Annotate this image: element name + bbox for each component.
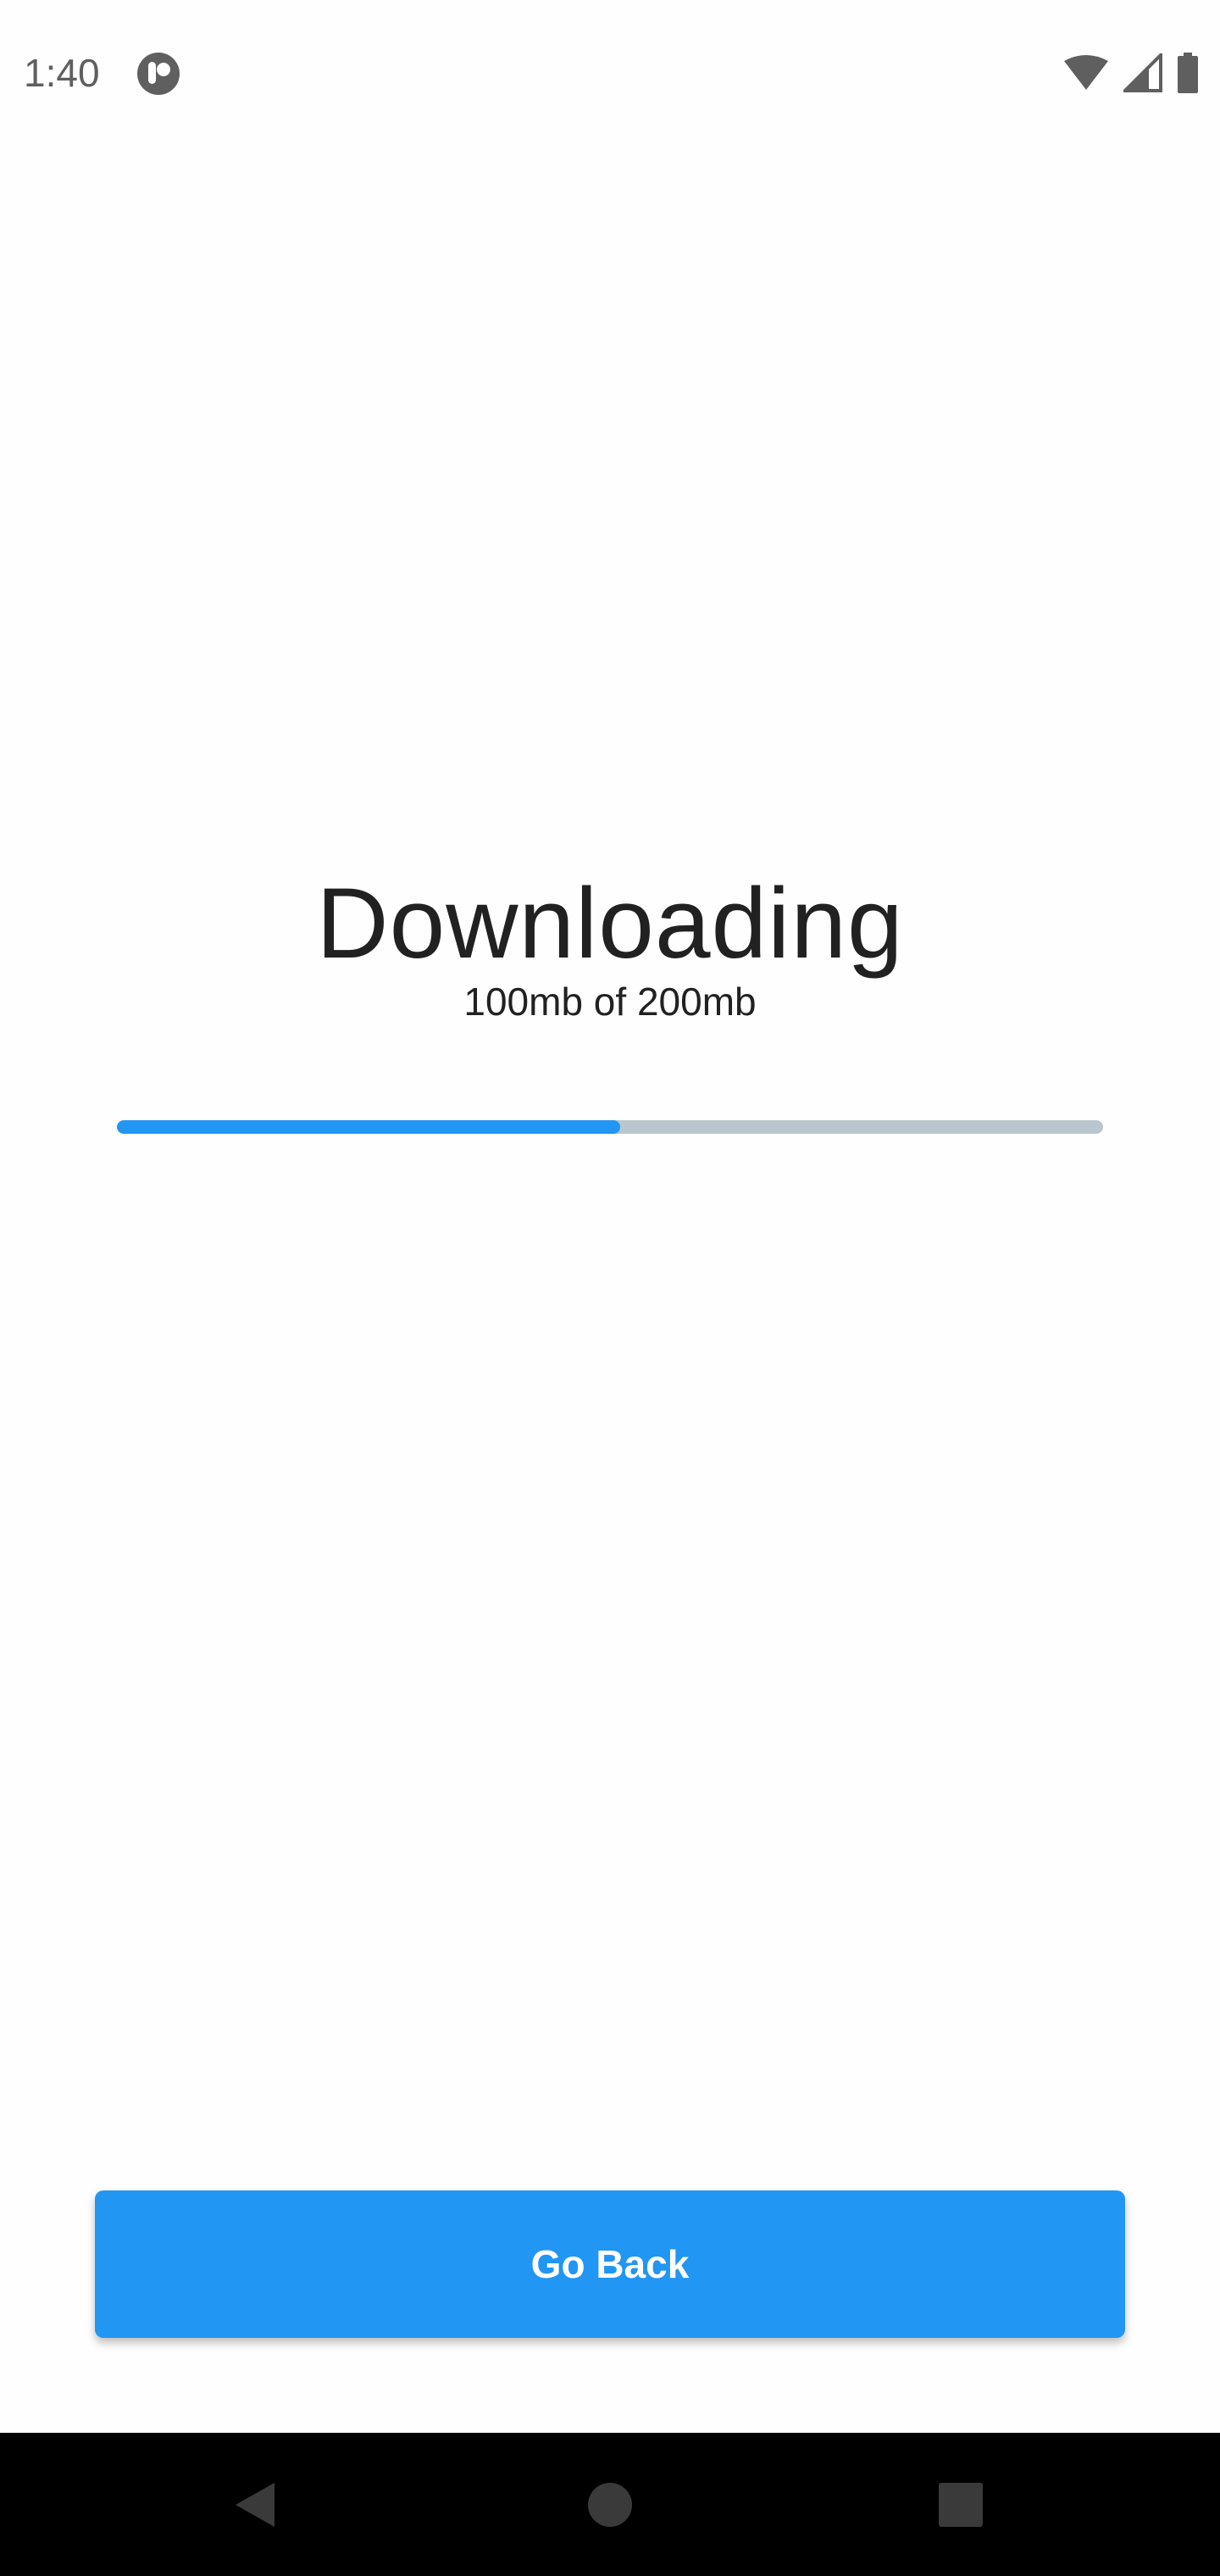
download-progress-fill [117, 1120, 620, 1134]
wifi-icon [1062, 54, 1110, 96]
download-progress-text: 100mb of 200mb [463, 980, 757, 1024]
screen: 1:40 Downloading 100mb of 200mb Go Back [0, 0, 1220, 2576]
go-back-button[interactable]: Go Back [95, 2190, 1125, 2338]
home-icon[interactable] [525, 2433, 695, 2576]
status-icons [1062, 50, 1200, 98]
download-progress-bar [117, 1120, 1103, 1134]
cellular-signal-icon [1121, 50, 1162, 97]
status-bar: 1:40 [0, 0, 1220, 144]
app-notification-icon [136, 51, 181, 97]
back-icon[interactable] [169, 2433, 339, 2576]
status-time: 1:40 [24, 51, 100, 95]
page-title: Downloading [316, 868, 904, 980]
navigation-bar [0, 2433, 1220, 2576]
battery-icon [1176, 52, 1200, 97]
recents-icon[interactable] [876, 2433, 1045, 2576]
